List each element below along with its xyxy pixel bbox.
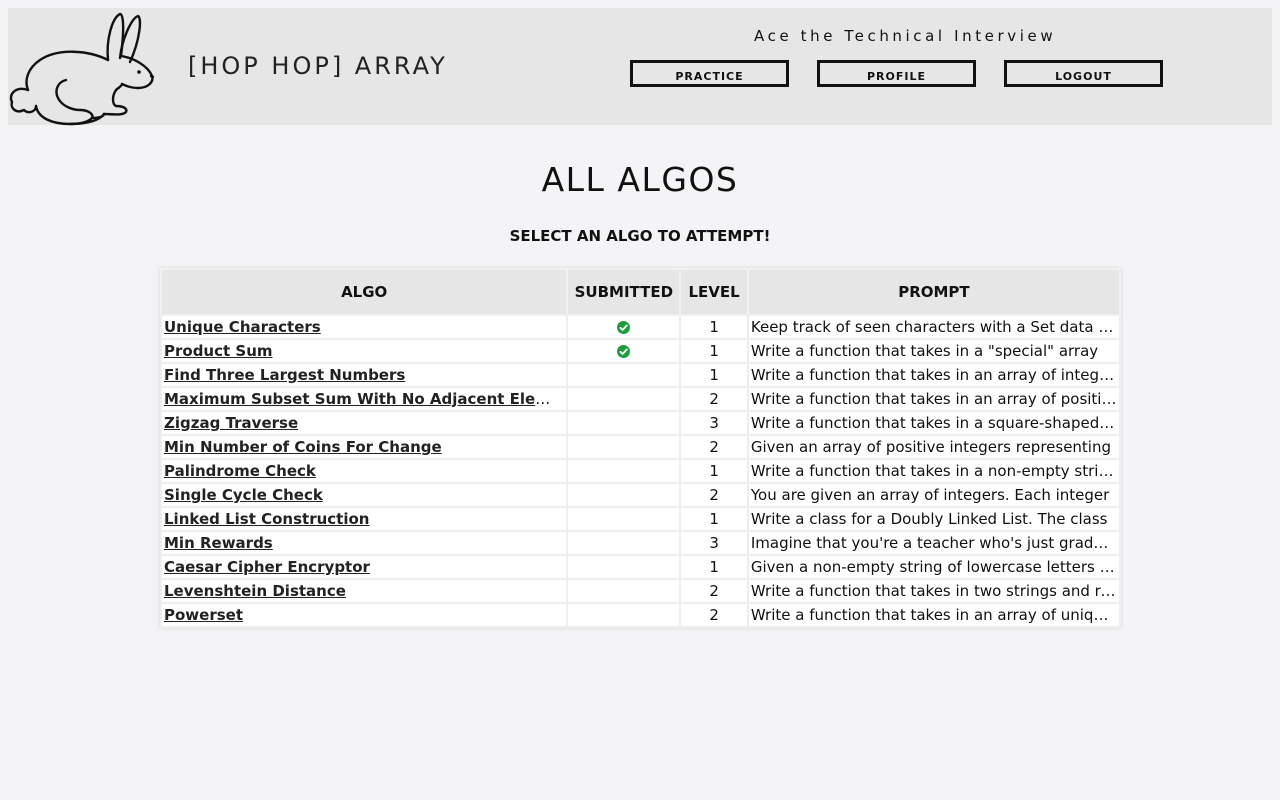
table-row: Palindrome Check 1 Write a function that t… (159, 458, 1122, 484)
logout-button[interactable]: LOGOUT (1004, 60, 1163, 87)
algo-cell: Palindrome Check (159, 458, 569, 484)
tagline: Ace the Technical Interview (754, 27, 1057, 45)
algo-link[interactable]: Maximum Subset Sum With No Adjacent Elem… (164, 390, 565, 408)
column-header-level: LEVEL (679, 268, 749, 316)
prompt-cell: Write a function that takes in a square-… (746, 410, 1122, 436)
level-cell: 2 (679, 602, 749, 628)
submitted-cell (566, 506, 682, 532)
algo-link[interactable]: Min Number of Coins For Change (164, 438, 442, 456)
prompt-cell: Write a function that takes in a "specia… (746, 338, 1122, 364)
algo-cell: Min Number of Coins For Change (159, 434, 569, 460)
submitted-cell (566, 314, 682, 340)
table-row: Single Cycle Check 2 You are given an arra… (159, 482, 1122, 508)
prompt-cell: Given an array of positive integers repr… (746, 434, 1122, 460)
submitted-cell (566, 482, 682, 508)
level-cell: 3 (679, 410, 749, 436)
level-cell: 1 (679, 338, 749, 364)
check-circle-icon (617, 321, 631, 334)
submitted-cell (566, 578, 682, 604)
algo-link[interactable]: Zigzag Traverse (164, 414, 298, 432)
level-cell: 2 (679, 578, 749, 604)
algo-link[interactable]: Product Sum (164, 342, 273, 360)
column-header-submitted: SUBMITTED (566, 268, 682, 316)
prompt-cell: You are given an array of integers. Each… (746, 482, 1122, 508)
page-title: ALL ALGOS (541, 160, 739, 199)
table-row: Levenshtein Distance 2 Write a function th… (159, 578, 1122, 604)
table-body: Unique Characters 1 Keep track of seen cha… (159, 314, 1122, 628)
algo-cell: Maximum Subset Sum With No Adjacent Elem… (159, 386, 569, 412)
prompt-cell: Write a function that takes in an array … (746, 386, 1122, 412)
algo-cell: Min Rewards (159, 530, 569, 556)
algo-link[interactable]: Levenshtein Distance (164, 582, 346, 600)
table-row: Min Number of Coins For Change 2 Given an … (159, 434, 1122, 460)
check-circle-icon (617, 345, 631, 358)
table-row: Find Three Largest Numbers 1 Write a funct… (159, 362, 1122, 388)
level-cell: 1 (679, 554, 749, 580)
brand-title[interactable]: [HOP HOP] ARRAY (188, 52, 448, 80)
prompt-cell: Write a function that takes in a non-emp… (746, 458, 1122, 484)
prompt-cell: Write a function that takes in an array … (746, 362, 1122, 388)
level-cell: 1 (679, 458, 749, 484)
submitted-cell (566, 338, 682, 364)
algos-table: ALGO SUBMITTED LEVEL PROMPT Unique Chara… (159, 268, 1122, 628)
algo-link[interactable]: Linked List Construction (164, 510, 369, 528)
algo-link[interactable]: Palindrome Check (164, 462, 316, 480)
algo-cell: Find Three Largest Numbers (159, 362, 569, 388)
algo-cell: Unique Characters (159, 314, 569, 340)
prompt-cell: Write a function that takes in two strin… (746, 578, 1122, 604)
algo-link[interactable]: Min Rewards (164, 534, 273, 552)
page-subtitle: SELECT AN ALGO TO ATTEMPT! (509, 227, 771, 245)
submitted-cell (566, 362, 682, 388)
table-row: Zigzag Traverse 3 Write a function that ta… (159, 410, 1122, 436)
practice-button[interactable]: PRACTICE (630, 60, 789, 87)
prompt-cell: Write a function that takes in an array … (746, 602, 1122, 628)
algo-link[interactable]: Find Three Largest Numbers (164, 366, 405, 384)
rabbit-logo-icon[interactable] (8, 10, 158, 126)
level-cell: 2 (679, 482, 749, 508)
level-cell: 2 (679, 434, 749, 460)
level-cell: 1 (679, 506, 749, 532)
level-cell: 3 (679, 530, 749, 556)
algo-cell: Levenshtein Distance (159, 578, 569, 604)
algo-cell: Zigzag Traverse (159, 410, 569, 436)
algo-cell: Caesar Cipher Encryptor (159, 554, 569, 580)
submitted-cell (566, 410, 682, 436)
algo-link[interactable]: Single Cycle Check (164, 486, 323, 504)
table-header-row: ALGO SUBMITTED LEVEL PROMPT (159, 268, 1122, 316)
level-cell: 1 (679, 314, 749, 340)
submitted-cell (566, 458, 682, 484)
table-row: Maximum Subset Sum With No Adjacent Elem… (159, 386, 1122, 412)
submitted-cell (566, 602, 682, 628)
prompt-cell: Write a class for a Doubly Linked List. … (746, 506, 1122, 532)
algo-cell: Linked List Construction (159, 506, 569, 532)
submitted-cell (566, 530, 682, 556)
algo-cell: Product Sum (159, 338, 569, 364)
table-row: Caesar Cipher Encryptor 1 Given a non-empt… (159, 554, 1122, 580)
algo-cell: Single Cycle Check (159, 482, 569, 508)
submitted-cell (566, 434, 682, 460)
prompt-cell: Keep track of seen characters with a Set… (746, 314, 1122, 340)
site-header: [HOP HOP] ARRAY Ace the Technical Interv… (8, 8, 1272, 126)
table-row: Powerset 2 Write a function that takes in … (159, 602, 1122, 628)
level-cell: 1 (679, 362, 749, 388)
submitted-cell (566, 554, 682, 580)
table-row: Product Sum 1 Write a function that takes … (159, 338, 1122, 364)
submitted-cell (566, 386, 682, 412)
algo-link[interactable]: Powerset (164, 606, 243, 624)
column-header-algo: ALGO (159, 268, 569, 316)
algo-cell: Powerset (159, 602, 569, 628)
table-row: Unique Characters 1 Keep track of seen cha… (159, 314, 1122, 340)
prompt-cell: Given a non-empty string of lowercase le… (746, 554, 1122, 580)
profile-button[interactable]: PROFILE (817, 60, 976, 87)
column-header-prompt: PROMPT (746, 268, 1122, 316)
algos-table-container: ALGO SUBMITTED LEVEL PROMPT Unique Chara… (159, 268, 1122, 628)
table-row: Linked List Construction 1 Write a class f… (159, 506, 1122, 532)
level-cell: 2 (679, 386, 749, 412)
prompt-cell: Imagine that you're a teacher who's just… (746, 530, 1122, 556)
algo-link[interactable]: Unique Characters (164, 318, 321, 336)
algo-link[interactable]: Caesar Cipher Encryptor (164, 558, 370, 576)
table-row: Min Rewards 3 Imagine that you're a teache… (159, 530, 1122, 556)
